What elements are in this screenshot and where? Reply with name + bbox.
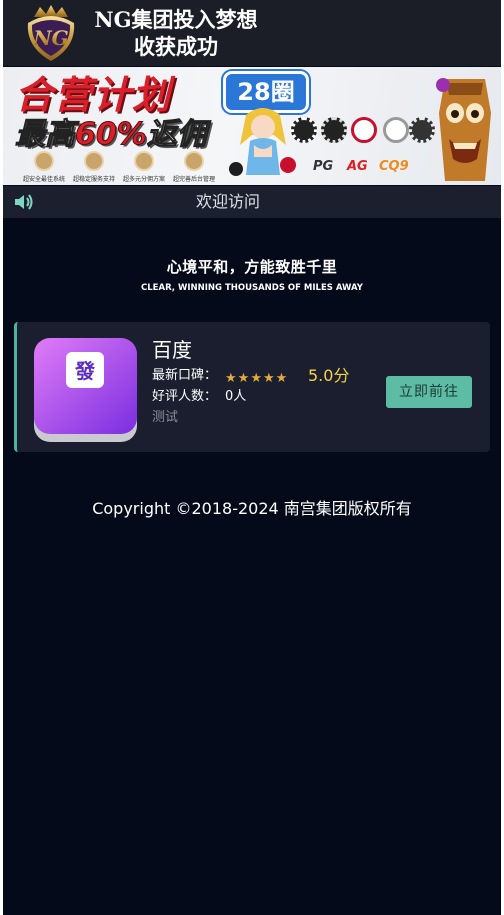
banner-title: 合营计划 <box>15 73 172 117</box>
brand-logo: CQ9 <box>379 159 409 174</box>
app-icon[interactable]: 發 <box>32 336 139 444</box>
slogan-english: CLEAR, WINNING THOUSANDS OF MILES AWAY <box>141 283 363 293</box>
slogan-chinese: 心境平和，方能致胜千里 <box>166 258 338 276</box>
banner-subtitle: 最高60%返佣 <box>15 117 208 153</box>
copyright-text: Copyright ©2018-2024 南宫集团版权所有 <box>92 499 412 518</box>
brand-logo: AG <box>347 159 368 174</box>
reputation-label: 最新口碑： <box>152 368 218 383</box>
banner-feature-label: 超安全最佳系统 <box>22 176 65 183</box>
rating-stars: ★★★★★ <box>225 367 288 386</box>
banner-feature-label: 超多元分佣方案 <box>122 176 165 183</box>
app-icon-char: 發 <box>74 359 95 383</box>
star-icon: ★ <box>237 371 250 386</box>
welcome-bar: 欢迎访问 <box>3 186 501 218</box>
banner-subtitle-highlight: 60% <box>75 117 148 153</box>
page-title: NG集团投入梦想 收获成功 <box>83 6 269 60</box>
title-line-2: 收获成功 <box>134 34 218 59</box>
banner-feature: 超完善后台管理 <box>165 151 223 183</box>
banner-feature-label: 超完善后台管理 <box>172 176 215 183</box>
visit-button[interactable]: 立即前往 <box>386 376 472 408</box>
rating-score: 5.0分 <box>308 366 350 385</box>
star-icon: ★ <box>275 371 288 386</box>
star-icon: ★ <box>250 371 262 386</box>
app-name: 百度 <box>152 338 192 362</box>
app-tag: 测试 <box>152 410 179 425</box>
banner-subtitle-prefix: 最高 <box>15 117 76 153</box>
header: NG NG集团投入梦想 收获成功 <box>3 0 501 66</box>
chip-icon <box>291 117 317 143</box>
star-icon: ★ <box>262 371 275 386</box>
anime-girl-illustration <box>229 108 296 176</box>
feature-icon <box>184 151 204 171</box>
star-icon: ★ <box>225 371 237 386</box>
ng-logo: NG <box>27 5 75 61</box>
banner-subtitle-suffix: 返佣 <box>146 117 207 153</box>
feature-icon <box>34 151 54 171</box>
logo-text: NG <box>32 26 68 50</box>
app-card: 發 百度 最新口碑： ★★★★★ 5.0分 好评人数： 0人 测试 立即前往 <box>14 322 490 452</box>
dice-icon <box>351 117 377 143</box>
feature-icon <box>84 151 104 171</box>
feature-icon <box>134 151 154 171</box>
banner-feature-label: 超稳定服务支持 <box>72 176 115 183</box>
promo-banner[interactable]: 合营计划 最高60%返佣 28圈 超安全最佳系统 超稳定服务支持 超多元分佣方案… <box>3 67 501 185</box>
fans-value: 0人 <box>225 389 247 404</box>
welcome-text: 欢迎访问 <box>195 192 260 211</box>
fans-label: 好评人数： <box>152 389 218 404</box>
dice-icon <box>383 117 409 143</box>
chip-icon <box>321 117 347 143</box>
brand-logo: PG <box>313 159 334 174</box>
title-line-1: NG集团投入梦想 <box>94 7 258 32</box>
tiki-mask-illustration <box>436 78 491 181</box>
page: NG NG集团投入梦想 收获成功 合营计划 最高60%返佣 28圈 超安全最佳系… <box>3 0 501 915</box>
